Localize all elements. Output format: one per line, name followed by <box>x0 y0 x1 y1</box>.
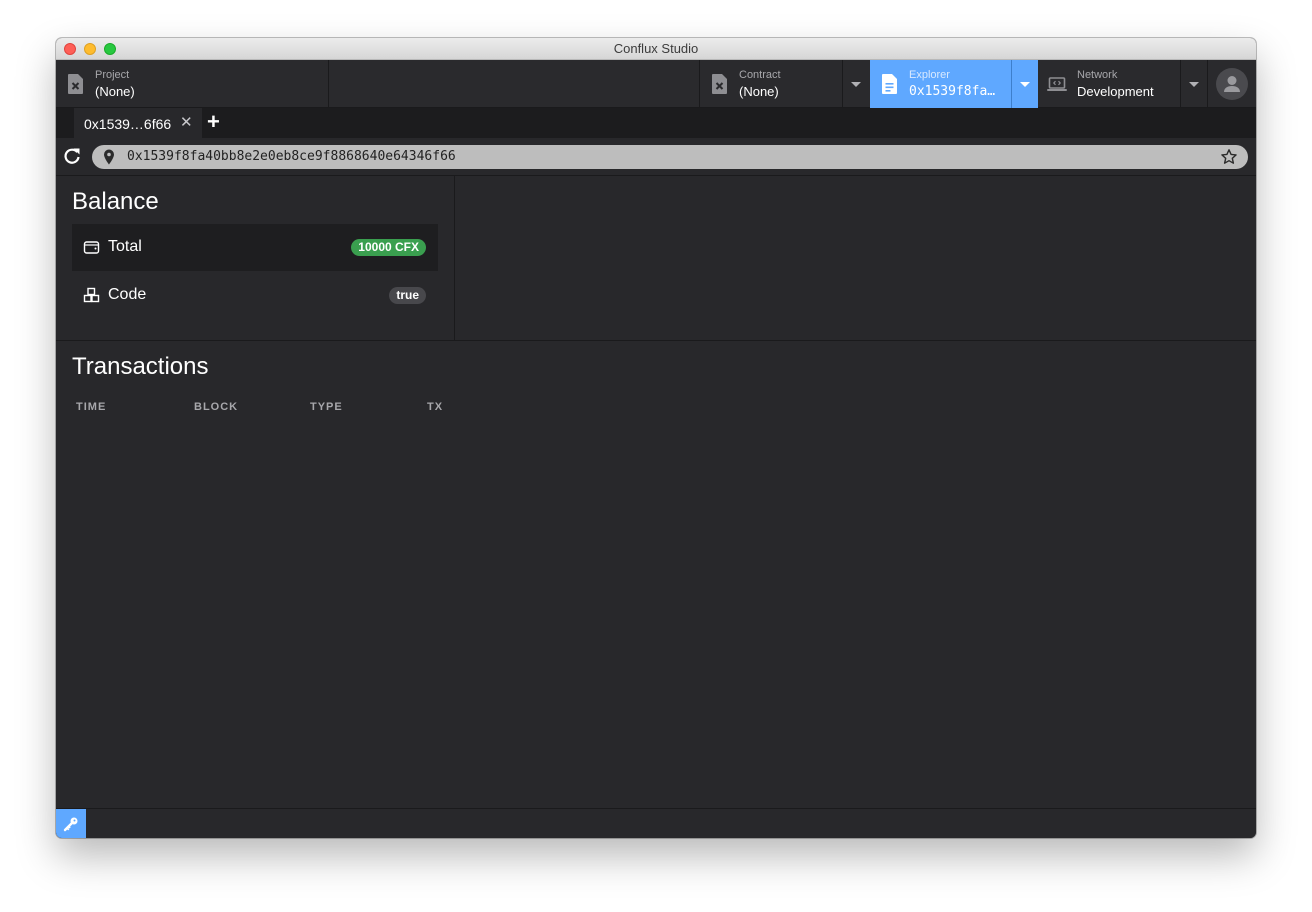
map-marker-icon <box>104 149 114 165</box>
address-input[interactable]: 0x1539f8fa40bb8e2e0eb8ce9f8868640e64346f… <box>92 145 1248 169</box>
divider <box>56 340 1256 341</box>
transactions-title: Transactions <box>72 353 209 380</box>
divider <box>1207 60 1208 108</box>
balance-row-label: Total <box>108 238 142 255</box>
nav-explorer-value: 0x1539f8fa… <box>909 84 996 99</box>
caret-down-icon <box>1020 81 1030 87</box>
caret-down-icon <box>851 81 861 87</box>
explorer-dropdown-button[interactable] <box>1012 60 1038 108</box>
column-header-type: TYPE <box>310 401 343 413</box>
header-nav: Project (None) Contract (None) Explorer <box>56 60 1256 108</box>
document-icon <box>882 74 897 94</box>
wallet-icon <box>83 241 100 254</box>
user-icon <box>1224 76 1240 92</box>
close-tab-icon[interactable]: ✕ <box>180 115 193 130</box>
app-window: Conflux Studio Project (None) Contract (… <box>56 38 1256 838</box>
nav-network[interactable]: Network Development <box>1038 60 1180 108</box>
contract-dropdown-button[interactable] <box>843 60 869 108</box>
balance-value-badge: 10000 CFX <box>351 239 426 256</box>
tab-address[interactable]: 0x1539…6f66 ✕ <box>74 108 202 138</box>
nav-explorer[interactable]: Explorer 0x1539f8fa… <box>870 60 1011 108</box>
title-bar: Conflux Studio <box>56 38 1256 60</box>
nav-project-value: (None) <box>95 84 135 99</box>
address-text: 0x1539f8fa40bb8e2e0eb8ce9f8868640e64346f… <box>127 149 456 164</box>
file-x-icon <box>712 74 727 94</box>
nav-contract[interactable]: Contract (None) <box>700 60 842 108</box>
right-panel <box>456 176 1256 340</box>
balance-panel: Balance Total 10000 CFX Code true <box>56 176 455 340</box>
nav-contract-label: Contract <box>739 69 781 81</box>
status-bar <box>56 808 1256 838</box>
column-header-block: BLOCK <box>194 401 239 413</box>
nav-network-value: Development <box>1077 84 1154 99</box>
user-avatar-button[interactable] <box>1216 68 1248 100</box>
network-dropdown-button[interactable] <box>1181 60 1207 108</box>
balance-row-label: Code <box>108 286 147 303</box>
key-icon <box>63 817 78 832</box>
column-header-time: TIME <box>76 401 107 413</box>
divider <box>328 60 329 108</box>
refresh-icon[interactable] <box>63 147 81 165</box>
address-bar-row: 0x1539f8fa40bb8e2e0eb8ce9f8868640e64346f… <box>56 138 1256 176</box>
tab-label: 0x1539…6f66 <box>84 116 172 132</box>
nav-network-label: Network <box>1077 69 1118 81</box>
nav-contract-value: (None) <box>739 84 779 99</box>
code-value-badge: true <box>389 287 426 304</box>
caret-down-icon <box>1189 81 1199 87</box>
file-x-icon <box>68 74 83 94</box>
keypair-manager-button[interactable] <box>56 809 86 838</box>
balance-title: Balance <box>72 188 159 215</box>
nav-project[interactable]: Project (None) <box>56 60 328 108</box>
add-tab-button[interactable]: + <box>207 111 220 133</box>
nav-explorer-label: Explorer <box>909 69 950 81</box>
cubes-icon <box>83 287 100 303</box>
tab-bar: 0x1539…6f66 ✕ + <box>56 108 1256 138</box>
nav-project-label: Project <box>95 69 130 81</box>
window-title: Conflux Studio <box>613 41 699 56</box>
laptop-code-icon <box>1047 77 1067 91</box>
column-header-tx: TX <box>427 401 444 413</box>
balance-row-code[interactable]: Code true <box>72 272 438 319</box>
star-icon[interactable] <box>1220 148 1238 166</box>
balance-row-total[interactable]: Total 10000 CFX <box>72 224 438 271</box>
